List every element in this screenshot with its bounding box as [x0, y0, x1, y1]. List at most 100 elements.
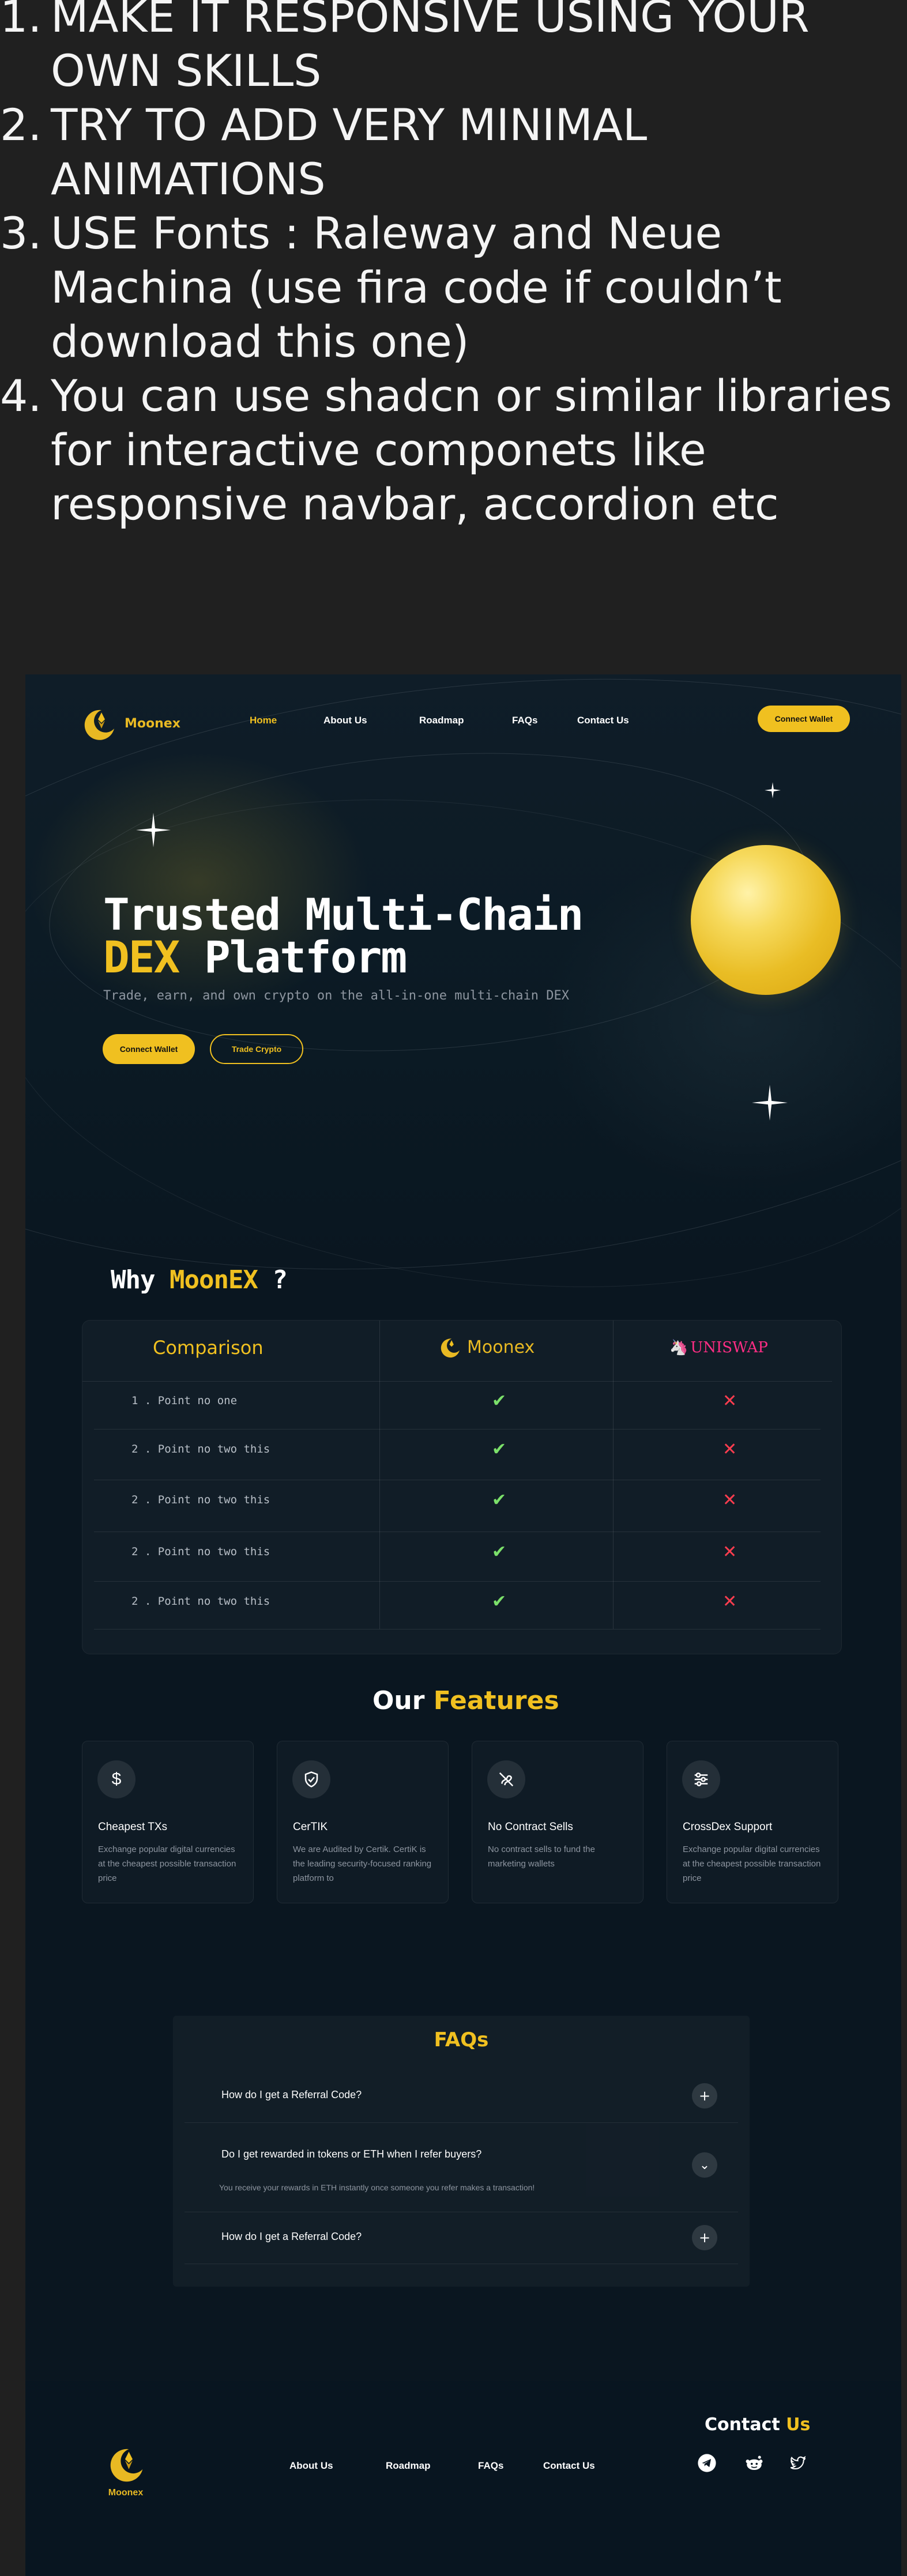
cross-icon: ✕	[722, 1391, 737, 1411]
check-icon: ✔	[492, 1591, 507, 1612]
row-divider	[94, 1581, 821, 1582]
feature-title: CerTIK	[293, 1821, 328, 1833]
instruction-number: 3.	[0, 208, 42, 259]
comparison-row-label: 2 . Point no two this	[131, 1443, 270, 1455]
footer-contact-us-link[interactable]: Contact Us	[543, 2460, 595, 2472]
faq-question[interactable]: How do I get a Referral Code?	[221, 2231, 362, 2243]
nav-connect-wallet-button[interactable]: Connect Wallet	[758, 706, 850, 732]
column-divider	[379, 1321, 380, 1629]
feature-card: CrossDex Support Exchange popular digita…	[667, 1741, 838, 1903]
why-title: Why MoonEX ?	[111, 1265, 288, 1295]
faq-question[interactable]: How do I get a Referral Code?	[221, 2089, 362, 2101]
no-contract-icon	[487, 1760, 525, 1798]
comparison-row-label: 2 . Point no two this	[131, 1545, 270, 1558]
footer-logo[interactable]: Moonex	[104, 2442, 148, 2498]
footer-faqs-link[interactable]: FAQs	[478, 2460, 503, 2472]
row-divider	[94, 1629, 821, 1630]
uniswap-label: UNISWAP	[690, 1339, 768, 1356]
cross-icon: ✕	[722, 1490, 737, 1510]
feature-card: $ Cheapest TXs Exchange popular digital …	[82, 1741, 254, 1903]
hero-title-line2: DEX Platform	[103, 936, 680, 979]
faq-collapse-button[interactable]: ⌄	[692, 2152, 717, 2178]
nav-about-us[interactable]: About Us	[323, 715, 367, 726]
hero-title-line1: Trusted Multi-Chain	[103, 889, 584, 940]
nav-contact-us[interactable]: Contact Us	[577, 715, 629, 726]
hero-connect-wallet-button[interactable]: Connect Wallet	[103, 1034, 195, 1064]
comparison-row-label: 2 . Point no two this	[131, 1595, 270, 1608]
row-divider	[82, 1381, 832, 1382]
moonex-label: Moonex	[467, 1337, 535, 1357]
check-icon: ✔	[492, 1542, 507, 1562]
sparkle-star-icon	[136, 813, 171, 847]
twitter-icon[interactable]	[788, 2453, 808, 2473]
feature-description: Exchange popular digital currencies at t…	[683, 1845, 821, 1883]
faq-title: FAQs	[434, 2028, 489, 2051]
footer-contact-highlight: Us	[786, 2415, 811, 2435]
unicorn-icon: 🦄	[669, 1339, 688, 1356]
feature-card: CerTIK We are Audited by Certik. CertiK …	[277, 1741, 449, 1903]
faq-expand-button[interactable]: +	[692, 2083, 717, 2109]
cross-icon: ✕	[722, 1542, 737, 1562]
footer-roadmap-link[interactable]: Roadmap	[386, 2460, 430, 2472]
feature-card: No Contract Sells No contract sells to f…	[472, 1741, 643, 1903]
footer-about-us-link[interactable]: About Us	[289, 2460, 333, 2472]
faq-question[interactable]: Do I get rewarded in tokens or ETH when …	[221, 2148, 481, 2160]
instruction-number: 1.	[0, 0, 42, 42]
features-title-prefix: Our	[372, 1686, 434, 1715]
uniswap-column-header: 🦄 UNISWAP	[669, 1339, 768, 1356]
cross-icon: ✕	[722, 1591, 737, 1612]
footer-contact-title: Contact Us	[705, 2415, 810, 2435]
telegram-icon[interactable]	[697, 2453, 717, 2473]
faq-divider	[185, 2122, 738, 2123]
moon-logo-icon	[110, 2449, 143, 2482]
footer-contact-prefix: Contact	[705, 2415, 786, 2435]
instruction-text: USE Fonts : Raleway and Neue Machina (us…	[51, 208, 782, 367]
moon-logo-icon	[78, 703, 119, 744]
hero-title: Trusted Multi-Chain DEX Platform	[103, 893, 680, 979]
sparkle-star-icon	[765, 782, 781, 798]
site-footer: Moonex About Us Roadmap FAQs Contact Us …	[25, 2381, 901, 2576]
hero-subtitle: Trade, earn, and own crypto on the all-i…	[103, 989, 569, 1003]
why-title-highlight: MoonEX	[169, 1265, 258, 1295]
features-title: Our Features	[372, 1686, 559, 1715]
feature-description: We are Audited by Certik. CertiK is the …	[293, 1845, 432, 1883]
check-icon: ✔	[492, 1391, 507, 1411]
shield-check-icon	[292, 1760, 330, 1798]
check-icon: ✔	[492, 1439, 507, 1459]
moon-illustration	[691, 845, 841, 995]
comparison-table: Comparison Moonex 🦄 UNISWAP 1 . Point no…	[82, 1320, 842, 1654]
nav-faqs[interactable]: FAQs	[512, 715, 537, 726]
moon-logo-icon	[441, 1338, 460, 1358]
instruction-number: 2.	[0, 99, 42, 150]
nav-home[interactable]: Home	[250, 715, 277, 726]
faq-expand-button[interactable]: +	[692, 2225, 717, 2250]
feature-title: CrossDex Support	[683, 1821, 773, 1833]
column-divider	[613, 1321, 614, 1629]
footer-brand-name: Moonex	[108, 2488, 144, 2498]
faq-answer: You receive your rewards in ETH instantl…	[219, 2183, 535, 2192]
brand-logo[interactable]: Moonex	[78, 703, 180, 744]
row-divider	[94, 1429, 821, 1430]
why-title-suffix: ?	[257, 1265, 287, 1295]
cross-icon: ✕	[722, 1439, 737, 1459]
instruction-text: You can use shadcn or similar libraries …	[51, 370, 893, 530]
feature-title: Cheapest TXs	[98, 1821, 168, 1833]
check-icon: ✔	[492, 1490, 507, 1510]
brand-name: Moonex	[125, 716, 180, 731]
reddit-icon[interactable]	[744, 2453, 765, 2473]
features-title-highlight: Features	[433, 1686, 559, 1715]
instruction-number: 4.	[0, 370, 42, 421]
instruction-text: MAKE IT RESPONSIVE USING YOUR OWN SKILLS	[51, 0, 810, 96]
hero-title-rest: Platform	[179, 931, 407, 983]
sparkle-star-icon	[752, 1085, 788, 1121]
sliders-icon	[682, 1760, 720, 1798]
feature-title: No Contract Sells	[488, 1821, 573, 1833]
comparison-row-label: 1 . Point no one	[131, 1394, 238, 1407]
hero-title-highlight: DEX	[103, 931, 180, 983]
nav-roadmap[interactable]: Roadmap	[419, 715, 464, 726]
feature-description: Exchange popular digital currencies at t…	[98, 1845, 236, 1883]
why-title-prefix: Why	[111, 1265, 170, 1295]
dollar-icon: $	[97, 1760, 136, 1798]
hero-trade-crypto-button[interactable]: Trade Crypto	[210, 1034, 303, 1064]
faq-section: FAQs How do I get a Referral Code? + Do …	[173, 2016, 750, 2287]
